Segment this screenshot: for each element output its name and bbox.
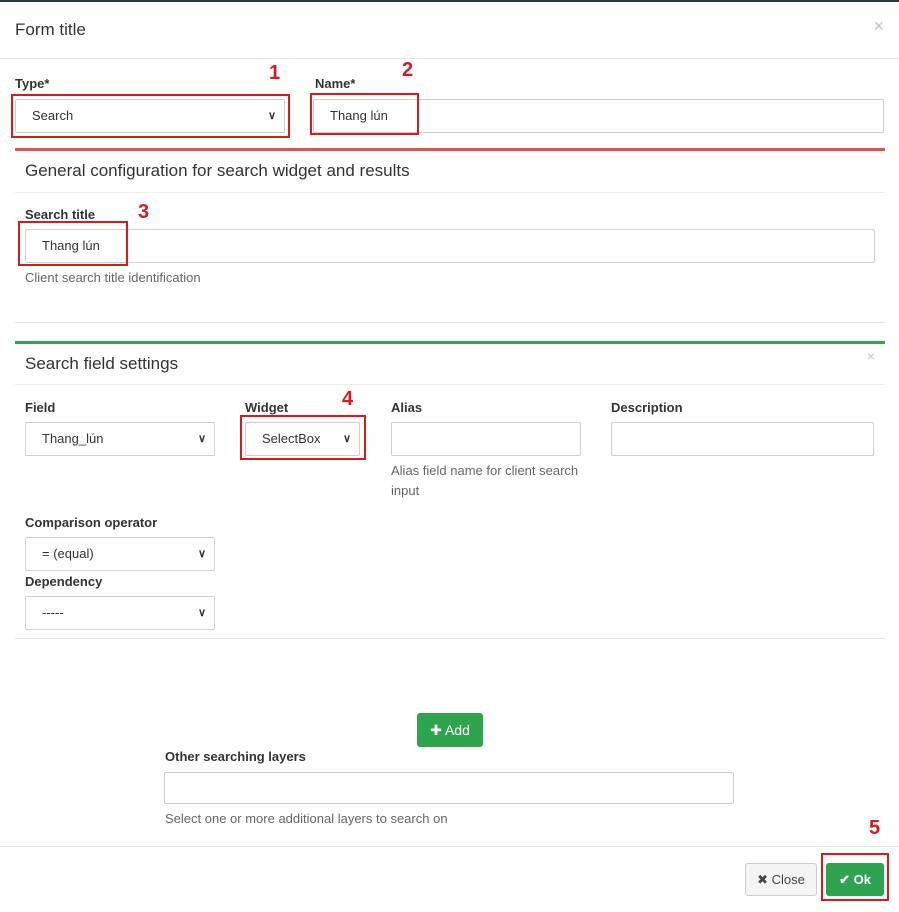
modal-header: Form title × bbox=[0, 2, 899, 59]
close-button-label: Close bbox=[771, 872, 805, 887]
description-input[interactable] bbox=[611, 422, 874, 456]
search-field-panel: Search field settings × Field Thang_lún … bbox=[15, 341, 885, 639]
field-select[interactable]: Thang_lún ∨ bbox=[25, 422, 215, 456]
dependency-value: ----- bbox=[42, 605, 64, 620]
annotation-box-3 bbox=[18, 221, 128, 266]
chevron-down-icon: ∨ bbox=[197, 607, 206, 619]
annotation-number-2: 2 bbox=[402, 59, 414, 81]
alias-label: Alias bbox=[391, 400, 423, 415]
annotation-box-1 bbox=[11, 94, 290, 138]
search-title-input[interactable]: Thang lún bbox=[25, 229, 875, 263]
general-config-title: General configuration for search widget … bbox=[25, 161, 410, 180]
name-label: Name* bbox=[315, 76, 356, 91]
modal-title: Form title bbox=[15, 20, 86, 39]
close-icon[interactable]: × bbox=[873, 16, 884, 37]
annotation-number-1: 1 bbox=[269, 62, 281, 84]
comparison-operator-label: Comparison operator bbox=[25, 515, 158, 530]
plus-icon: ✚ bbox=[430, 722, 442, 738]
other-layers-input[interactable] bbox=[164, 772, 734, 804]
general-config-panel: General configuration for search widget … bbox=[15, 148, 885, 323]
comparison-operator-select[interactable]: = (equal) ∨ bbox=[25, 537, 215, 571]
annotation-number-3: 3 bbox=[138, 201, 150, 223]
other-layers-help: Select one or more additional layers to … bbox=[165, 811, 448, 826]
comparison-operator-value: = (equal) bbox=[42, 546, 94, 561]
add-button[interactable]: ✚ Add bbox=[417, 713, 483, 747]
annotation-number-5: 5 bbox=[869, 817, 881, 839]
field-select-value: Thang_lún bbox=[42, 431, 104, 446]
chevron-down-icon: ∨ bbox=[197, 433, 206, 445]
close-icon[interactable]: × bbox=[867, 348, 875, 364]
add-button-label: Add bbox=[444, 722, 470, 738]
alias-input[interactable] bbox=[391, 422, 581, 456]
alias-help: Alias field name for client search input bbox=[391, 463, 579, 498]
dependency-label: Dependency bbox=[25, 574, 103, 589]
description-label: Description bbox=[611, 400, 683, 415]
footer-divider bbox=[0, 846, 899, 847]
dependency-select[interactable]: ----- ∨ bbox=[25, 596, 215, 630]
search-title-label: Search title bbox=[25, 207, 96, 222]
field-label: Field bbox=[25, 400, 56, 415]
widget-label: Widget bbox=[245, 400, 289, 415]
annotation-box-5 bbox=[821, 853, 889, 901]
close-button[interactable]: ✖ Close bbox=[745, 863, 817, 896]
general-config-header: General configuration for search widget … bbox=[15, 151, 885, 193]
chevron-down-icon: ∨ bbox=[197, 548, 206, 560]
annotation-box-4 bbox=[240, 415, 366, 460]
type-label: Type* bbox=[15, 76, 50, 91]
search-field-title: Search field settings bbox=[25, 354, 179, 373]
search-title-help: Client search title identification bbox=[25, 270, 201, 285]
annotation-number-4: 4 bbox=[342, 388, 354, 410]
close-icon: ✖ bbox=[757, 872, 769, 887]
annotation-box-2 bbox=[310, 93, 419, 135]
other-layers-label: Other searching layers bbox=[165, 749, 306, 764]
search-field-header: Search field settings × bbox=[15, 344, 885, 385]
